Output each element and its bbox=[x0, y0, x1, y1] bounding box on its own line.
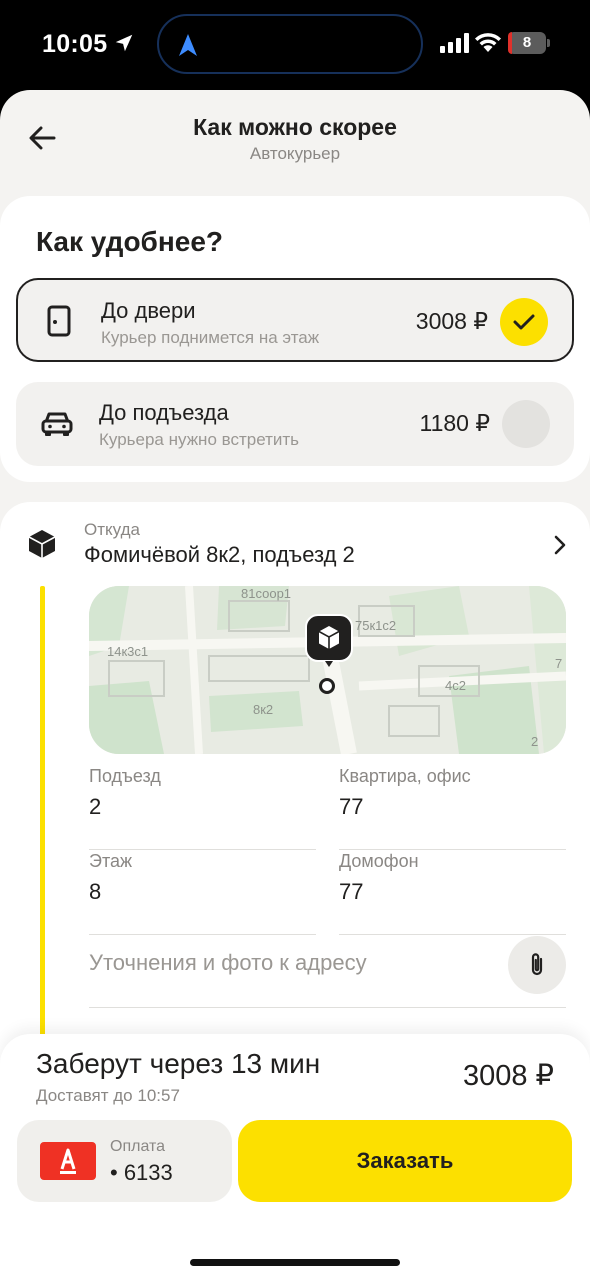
map-label: 81соор1 bbox=[241, 586, 292, 601]
field-label: Домофон bbox=[339, 851, 419, 871]
route-line bbox=[40, 586, 45, 1062]
status-time: 10:05 bbox=[42, 30, 108, 58]
eta-title: Заберут через 13 мин bbox=[36, 1048, 321, 1079]
field-label: Этаж bbox=[89, 851, 133, 871]
paperclip-icon bbox=[531, 953, 543, 976]
navigation-arrow-icon bbox=[179, 34, 197, 56]
address-note-field[interactable]: Уточнения и фото к адресу bbox=[89, 936, 566, 1008]
option-subtitle: Курьер поднимется на этаж bbox=[101, 328, 320, 347]
page-title: Как можно скорее bbox=[193, 114, 397, 140]
total-price: 3008 ₽ bbox=[462, 1060, 554, 1092]
attach-button[interactable] bbox=[508, 936, 566, 994]
eta-subtitle: Доставят до 10:57 bbox=[36, 1086, 180, 1105]
delivery-options-card: Как удобнее? До двери Курьер поднимется … bbox=[0, 196, 590, 482]
field-label: Квартира, офис bbox=[339, 766, 471, 786]
wifi-icon bbox=[475, 33, 501, 52]
note-placeholder: Уточнения и фото к адресу bbox=[89, 950, 367, 975]
option-price: 1180 ₽ bbox=[419, 410, 490, 436]
order-button[interactable]: Заказать bbox=[238, 1120, 572, 1202]
home-indicator[interactable] bbox=[190, 1259, 400, 1266]
battery-tip bbox=[547, 39, 550, 47]
option-title: До двери bbox=[101, 298, 196, 323]
option-title: До подъезда bbox=[99, 400, 229, 425]
map-label: 14к3с1 bbox=[107, 644, 149, 659]
option-price: 3008 ₽ bbox=[415, 308, 488, 334]
payment-label: Оплата bbox=[110, 1138, 166, 1155]
floor-field[interactable]: Этаж 8 bbox=[89, 851, 316, 935]
field-value: 77 bbox=[339, 879, 364, 904]
map-label: 2 bbox=[531, 734, 539, 749]
pickup-label: Откуда bbox=[84, 520, 140, 539]
field-label: Подъезд bbox=[89, 766, 161, 786]
pickup-map[interactable]: 81соор1 75к1с2 14к3с1 8к2 4с2 7 2 bbox=[89, 586, 566, 754]
option-radio[interactable] bbox=[502, 400, 550, 448]
page-subtitle: Автокурьер bbox=[249, 144, 341, 163]
map-pin-icon bbox=[305, 614, 353, 667]
battery-level bbox=[508, 32, 512, 54]
field-value: 2 bbox=[89, 794, 102, 819]
map-label: 75к1с2 bbox=[355, 618, 397, 633]
location-arrow-icon bbox=[115, 34, 133, 52]
map-label: 7 bbox=[555, 656, 563, 671]
apartment-field[interactable]: Квартира, офис 77 bbox=[339, 766, 566, 850]
battery-text: 8 bbox=[522, 34, 532, 51]
status-bar: 10:05 8 bbox=[0, 0, 590, 90]
intercom-field[interactable]: Домофон 77 bbox=[339, 851, 566, 935]
option-radio-selected[interactable] bbox=[500, 298, 548, 346]
chevron-right-icon bbox=[554, 535, 566, 555]
map-location-dot bbox=[319, 678, 335, 694]
door-icon bbox=[47, 305, 71, 337]
pickup-address: Фомичёвой 8к2, подъезд 2 bbox=[84, 542, 355, 567]
battery-icon: 8 bbox=[508, 32, 546, 54]
map-label: 4с2 bbox=[445, 678, 466, 693]
order-summary-panel: Заберут через 13 мин Доставят до 10:57 3… bbox=[0, 1034, 590, 1280]
map-label: 8к2 bbox=[253, 702, 274, 717]
payment-card-number: • 6133 bbox=[110, 1160, 173, 1185]
dynamic-island[interactable] bbox=[157, 14, 423, 74]
option-subtitle: Курьера нужно встретить bbox=[99, 430, 300, 449]
field-value: 8 bbox=[89, 879, 102, 904]
field-value: 77 bbox=[339, 794, 364, 819]
order-sheet: Как можно скорее Автокурьер Как удобнее?… bbox=[0, 90, 590, 1280]
pickup-card: Откуда Фомичёвой 8к2, подъезд 2 81соор1 … bbox=[0, 502, 590, 1062]
option-to-entrance[interactable]: До подъезда Курьера нужно встретить 1180… bbox=[16, 382, 574, 466]
checkmark-icon bbox=[513, 314, 535, 330]
signal-icon bbox=[440, 33, 469, 53]
package-icon bbox=[28, 530, 56, 558]
payment-method-button[interactable]: Оплата • 6133 bbox=[17, 1120, 232, 1202]
delivery-options-title: Как удобнее? bbox=[36, 226, 224, 257]
alfa-bank-logo bbox=[40, 1142, 96, 1180]
entrance-field[interactable]: Подъезд 2 bbox=[89, 766, 316, 850]
map-background bbox=[89, 586, 566, 754]
car-icon bbox=[41, 412, 73, 436]
option-to-door[interactable]: До двери Курьер поднимется на этаж 3008 … bbox=[16, 278, 574, 362]
